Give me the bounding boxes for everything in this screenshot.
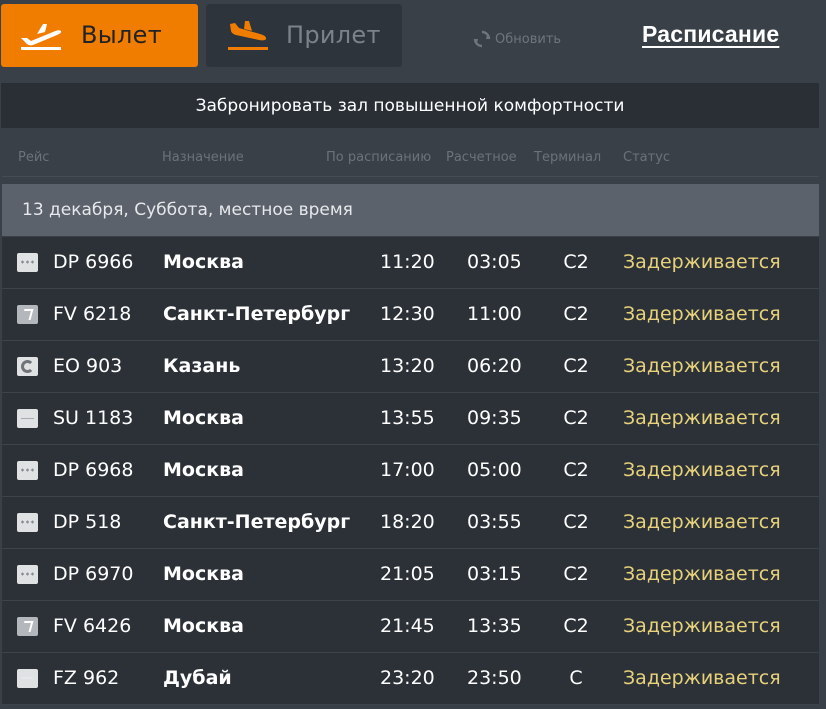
destination: Санкт-Петербург	[163, 303, 351, 325]
airline-logo-icon	[17, 461, 38, 480]
scheduled-time: 18:20	[380, 511, 435, 533]
estimated-time: 05:00	[467, 459, 522, 481]
column-header-scheduled: По расписанию	[326, 150, 432, 165]
terminal: C2	[563, 251, 589, 273]
schedule-link[interactable]: Расписание	[642, 21, 779, 48]
refresh-button[interactable]: Обновить	[473, 29, 561, 49]
terminal: C2	[563, 355, 589, 377]
destination: Москва	[163, 563, 244, 585]
scheduled-time: 21:05	[380, 563, 435, 585]
tab-arrivals[interactable]: Прилет	[206, 4, 402, 67]
destination: Дубай	[163, 667, 232, 689]
estimated-time: 03:55	[467, 511, 522, 533]
terminal: C2	[563, 563, 589, 585]
flight-row[interactable]: EO 903 Казань 13:20 06:20 C2 Задерживается	[2, 341, 819, 393]
terminal: C	[569, 667, 583, 689]
airline-logo-icon	[17, 357, 38, 376]
airline-logo-icon	[17, 513, 38, 532]
refresh-icon	[473, 30, 491, 48]
terminal: C2	[563, 303, 589, 325]
destination: Санкт-Петербург	[163, 511, 351, 533]
flight-number: DP 6970	[53, 563, 134, 585]
flight-status: Задерживается	[623, 407, 781, 429]
estimated-time: 11:00	[467, 303, 522, 325]
destination: Москва	[163, 459, 244, 481]
flight-number: FV 6426	[53, 615, 132, 637]
plane-landing-icon	[228, 21, 268, 50]
terminal: C2	[563, 511, 589, 533]
flight-row[interactable]: FV 6218 Санкт-Петербург 12:30 11:00 C2 Задерж…	[2, 289, 819, 341]
airline-logo-icon	[17, 617, 38, 636]
estimated-time: 03:05	[467, 251, 522, 273]
scheduled-time: 23:20	[380, 667, 435, 689]
tab-arrivals-label: Прилет	[286, 21, 381, 49]
plane-takeoff-icon	[21, 24, 62, 50]
tab-departures-label: Вылет	[81, 21, 162, 49]
flight-row[interactable]: DP 6966 Москва 11:20 03:05 C2 Задерживается	[2, 237, 819, 289]
column-headers: Рейс Назначение По расписанию Расчетное …	[0, 150, 826, 170]
terminal: C2	[563, 615, 589, 637]
flight-row[interactable]: DP 518 Санкт-Петербург 18:20 03:55 C2 Задержи…	[2, 497, 819, 549]
estimated-time: 13:35	[467, 615, 522, 637]
scheduled-time: 13:55	[380, 407, 435, 429]
flight-row[interactable]: DP 6970 Москва 21:05 03:15 C2 Задерживается	[2, 549, 819, 601]
estimated-time: 06:20	[467, 355, 522, 377]
flight-status: Задерживается	[623, 303, 781, 325]
estimated-time: 03:15	[467, 563, 522, 585]
scheduled-time: 11:20	[380, 251, 435, 273]
scheduled-time: 21:45	[380, 615, 435, 637]
flight-status: Задерживается	[623, 563, 781, 585]
column-header-status: Статус	[623, 150, 671, 165]
destination: Казань	[163, 355, 241, 377]
airline-logo-icon	[17, 253, 38, 272]
flights-table: DP 6966 Москва 11:20 03:05 C2 Задерживается FV…	[2, 237, 819, 705]
scheduled-time: 12:30	[380, 303, 435, 325]
column-header-flight: Рейс	[18, 150, 50, 165]
refresh-label: Обновить	[495, 31, 562, 47]
flight-number: FZ 962	[53, 667, 120, 689]
column-header-destination: Назначение	[162, 150, 244, 165]
header-divider	[2, 176, 819, 177]
flight-status: Задерживается	[623, 511, 781, 533]
terminal: C2	[563, 407, 589, 429]
destination: Москва	[163, 251, 244, 273]
flight-status: Задерживается	[623, 615, 781, 637]
flight-row[interactable]: FV 6426 Москва 21:45 13:35 C2 Задерживается	[2, 601, 819, 653]
flight-number: DP 518	[53, 511, 122, 533]
scheduled-time: 13:20	[380, 355, 435, 377]
tab-departures[interactable]: Вылет	[1, 4, 198, 67]
terminal: C2	[563, 459, 589, 481]
flight-status: Задерживается	[623, 355, 781, 377]
column-header-terminal: Терминал	[534, 150, 602, 165]
airline-logo-icon	[17, 669, 38, 688]
flight-number: EO 903	[53, 355, 123, 377]
flight-number: DP 6966	[53, 251, 134, 273]
estimated-time: 09:35	[467, 407, 522, 429]
column-header-estimated: Расчетное	[446, 150, 517, 165]
flight-row[interactable]: DP 6968 Москва 17:00 05:00 C2 Задерживается	[2, 445, 819, 497]
destination: Москва	[163, 407, 244, 429]
lounge-booking-banner[interactable]: Забронировать зал повышенной комфортност…	[1, 83, 819, 128]
top-bar: Вылет Прилет Обновить Расписание	[0, 0, 826, 72]
flight-status: Задерживается	[623, 667, 781, 689]
destination: Москва	[163, 615, 244, 637]
flight-status: Задерживается	[623, 251, 781, 273]
flight-number: SU 1183	[53, 407, 134, 429]
airline-logo-icon	[17, 409, 38, 428]
flight-number: DP 6968	[53, 459, 134, 481]
airline-logo-icon	[17, 565, 38, 584]
estimated-time: 23:50	[467, 667, 522, 689]
date-group-header: 13 декабря, Суббота, местное время	[2, 184, 819, 236]
scheduled-time: 17:00	[380, 459, 435, 481]
airline-logo-icon	[17, 305, 38, 324]
flight-row[interactable]: SU 1183 Москва 13:55 09:35 C2 Задерживается	[2, 393, 819, 445]
flight-number: FV 6218	[53, 303, 132, 325]
flight-row[interactable]: FZ 962 Дубай 23:20 23:50 C Задерживается	[2, 653, 819, 705]
flight-status: Задерживается	[623, 459, 781, 481]
